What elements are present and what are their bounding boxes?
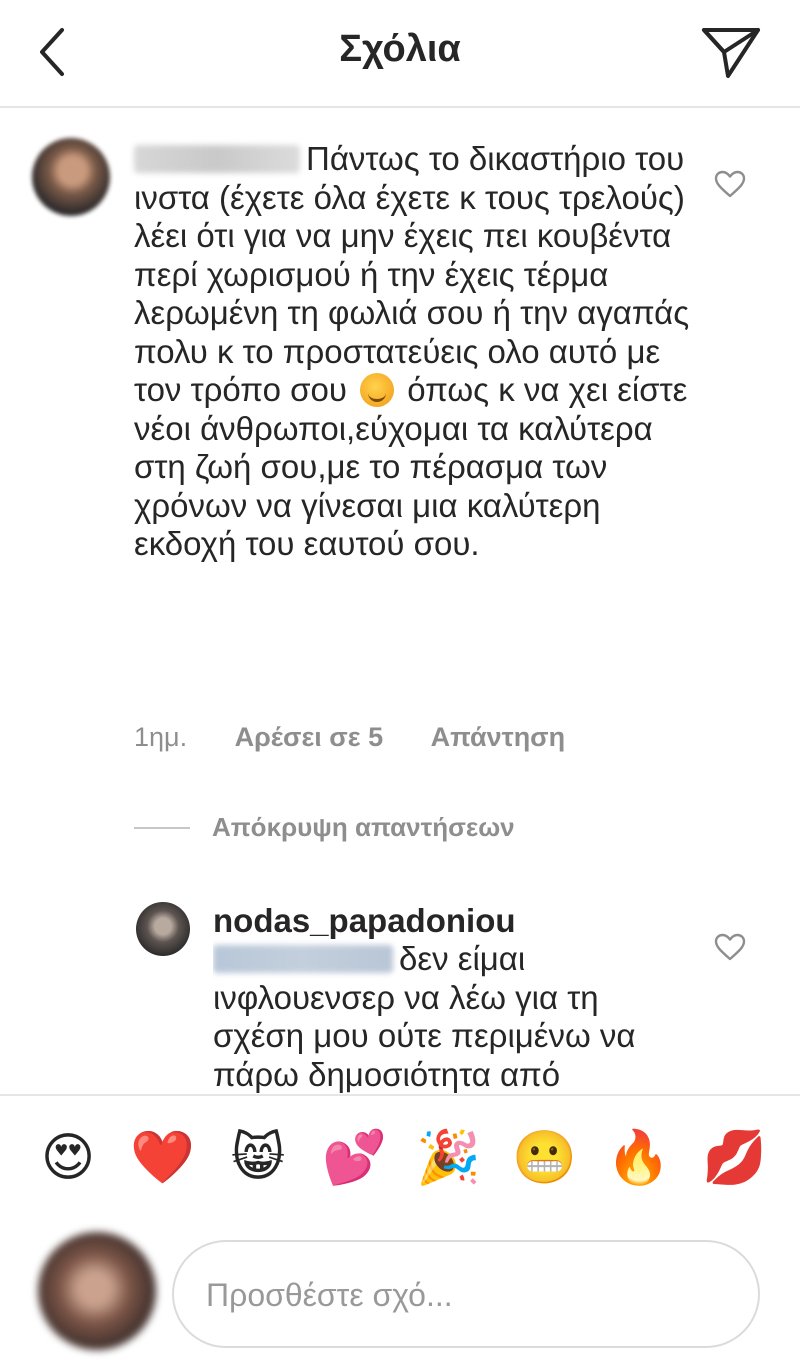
header-bar: Σχόλια [0, 0, 800, 108]
emoji-quick-bar: 😍 ❤️ 😸 💕 🎉 😬 🔥 💋 [0, 1094, 800, 1220]
emoji-two-hearts[interactable]: 💕 [322, 1126, 387, 1190]
emoji-kiss-mark[interactable]: 💋 [702, 1126, 767, 1190]
emoji-grinning-cat[interactable]: 😸 [226, 1126, 290, 1190]
reply-like-heart-icon[interactable] [714, 933, 746, 961]
hide-replies-divider [134, 827, 190, 829]
reply-username[interactable]: nodas_papadoniou [213, 902, 516, 940]
emoji-party-popper[interactable]: 🎉 [416, 1126, 481, 1190]
comment-meta: 1ημ. Αρέσει σε 5 Απάντηση [134, 722, 605, 753]
page-title: Σχόλια [339, 28, 461, 70]
commenter-avatar[interactable] [32, 138, 110, 216]
winking-face-emoji-icon [360, 373, 395, 407]
likes-count-link[interactable]: Αρέσει σε 5 [235, 722, 383, 752]
emoji-red-heart[interactable]: ❤️ [130, 1126, 195, 1190]
comment-time: 1ημ. [134, 722, 188, 752]
comment-input-box[interactable] [172, 1240, 760, 1348]
emoji-heart-eyes[interactable]: 😍 [36, 1126, 100, 1190]
comment-input[interactable] [204, 1270, 728, 1320]
reply-button[interactable]: Απάντηση [431, 722, 566, 752]
blurred-username[interactable] [134, 145, 300, 173]
like-heart-icon[interactable] [714, 170, 746, 198]
hide-replies-button[interactable]: Απόκρυψη απαντήσεων [212, 812, 515, 843]
blurred-mention[interactable] [213, 945, 393, 973]
paper-plane-icon[interactable] [698, 22, 762, 82]
emoji-fire[interactable]: 🔥 [606, 1126, 671, 1190]
comment-body: Πάντως το δικαστήριο του ινστα (έχετε όλ… [134, 140, 694, 564]
current-user-avatar [38, 1232, 156, 1350]
reply-body: δεν είμαι ινφλουενσερ να λέω για τη σχέσ… [213, 940, 673, 1095]
reply-avatar[interactable] [136, 902, 190, 956]
comment-text-part-1: Πάντως το δικαστήριο του ινστα (έχετε όλ… [134, 140, 690, 408]
emoji-grimacing[interactable]: 😬 [512, 1126, 577, 1190]
